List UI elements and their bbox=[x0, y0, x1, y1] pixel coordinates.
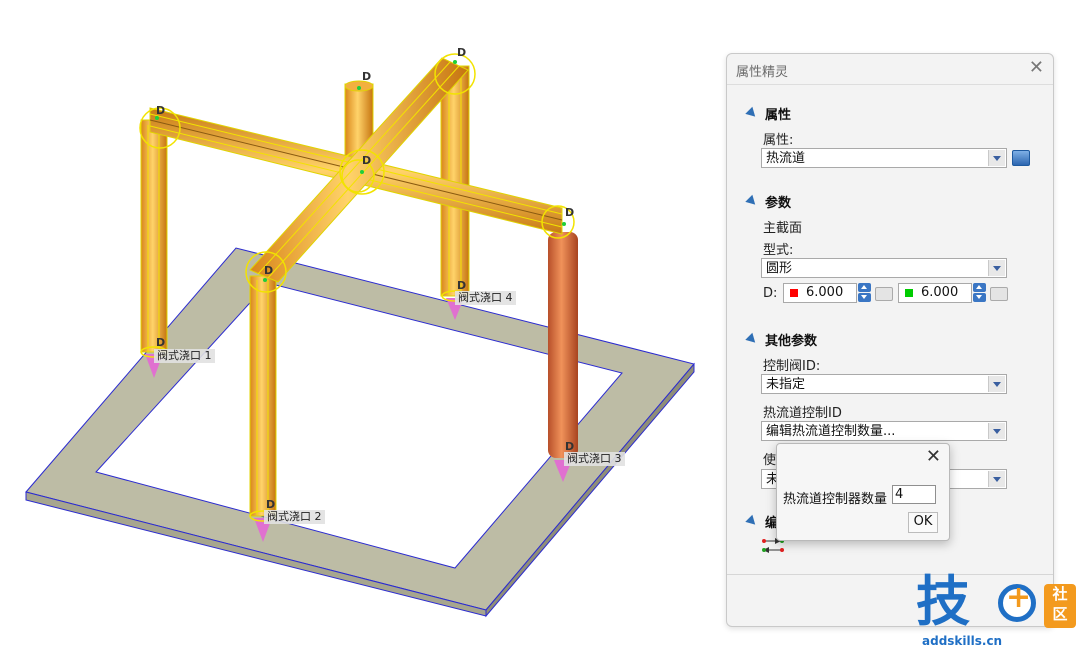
d-spinner-1[interactable] bbox=[858, 283, 871, 302]
divider bbox=[727, 84, 1053, 85]
svg-text:D: D bbox=[156, 104, 165, 117]
plus-icon: + bbox=[1006, 580, 1032, 615]
d-input-1[interactable]: 6.000 bbox=[783, 283, 857, 303]
property-label: 属性: bbox=[763, 133, 794, 148]
collapse-triangle-icon[interactable] bbox=[745, 332, 759, 347]
close-icon[interactable]: ✕ bbox=[926, 446, 941, 467]
controller-count-dialog: ✕ 热流道控制器数量 OK bbox=[776, 443, 950, 541]
chevron-down-icon[interactable] bbox=[988, 423, 1005, 439]
model-canvas[interactable]: D D D D D D D D D D bbox=[0, 0, 720, 653]
watermark-char: 技 bbox=[916, 570, 970, 633]
gate-label-4: 阀式浇口 4 bbox=[455, 291, 516, 305]
valve-id-label: 控制阀ID: bbox=[763, 359, 821, 374]
watermark-logo: 技 + 社 区 addskills.cn bbox=[914, 570, 1080, 653]
gate-label-2: 阀式浇口 2 bbox=[264, 510, 325, 524]
gate-label-3: 阀式浇口 3 bbox=[564, 452, 625, 466]
d-input-2[interactable]: 6.000 bbox=[898, 283, 972, 303]
collapse-triangle-icon[interactable] bbox=[745, 194, 759, 209]
chevron-down-icon[interactable] bbox=[988, 471, 1005, 487]
chevron-down-icon[interactable] bbox=[988, 150, 1005, 166]
red-color-swatch bbox=[790, 289, 798, 297]
chevron-down-icon[interactable] bbox=[988, 376, 1005, 392]
collapse-triangle-icon[interactable] bbox=[745, 106, 759, 121]
gate-label-1: 阀式浇口 1 bbox=[154, 349, 215, 363]
svg-text:D: D bbox=[362, 70, 371, 83]
chevron-down-icon[interactable] bbox=[988, 260, 1005, 276]
svg-text:D: D bbox=[457, 46, 466, 59]
d-spinner-2[interactable] bbox=[973, 283, 986, 302]
svg-text:D: D bbox=[362, 154, 371, 167]
controller-count-input[interactable] bbox=[892, 485, 936, 504]
ok-button[interactable]: OK bbox=[908, 512, 938, 533]
collapse-triangle-icon[interactable] bbox=[745, 514, 759, 529]
panel-title: 属性精灵 bbox=[736, 65, 789, 80]
mold-plate bbox=[25, 247, 695, 618]
controller-count-label: 热流道控制器数量 bbox=[783, 492, 888, 507]
watermark-url: addskills.cn bbox=[922, 634, 1003, 648]
svg-text:D: D bbox=[565, 206, 574, 219]
valve-id-select[interactable]: 未指定 bbox=[761, 374, 1007, 394]
section-edit[interactable]: 编 bbox=[745, 512, 778, 531]
svg-text:D: D bbox=[156, 336, 165, 349]
property-select[interactable]: 热流道 bbox=[761, 148, 1007, 168]
link-toggle-icon[interactable] bbox=[875, 287, 893, 301]
browse-icon[interactable] bbox=[1012, 150, 1030, 166]
hr-control-select[interactable]: 编辑热流道控制数量... bbox=[761, 421, 1007, 441]
3d-viewport[interactable]: D D D D D D D D D D 阀式浇口 1 阀式浇口 2 阀式浇口 3… bbox=[0, 0, 720, 653]
hr-control-label: 热流道控制ID bbox=[763, 406, 842, 421]
green-color-swatch bbox=[905, 289, 913, 297]
type-select[interactable]: 圆形 bbox=[761, 258, 1007, 278]
close-icon[interactable]: ✕ bbox=[1029, 57, 1044, 78]
use-label: 使 bbox=[763, 453, 777, 468]
d-label: D: bbox=[763, 286, 778, 301]
community-badge: 社 区 bbox=[1044, 584, 1076, 628]
type-label: 型式: bbox=[763, 243, 794, 258]
section-properties[interactable]: 属性 bbox=[745, 104, 791, 123]
link-toggle-icon[interactable] bbox=[990, 287, 1008, 301]
svg-text:D: D bbox=[264, 264, 273, 277]
section-parameters[interactable]: 参数 bbox=[745, 192, 791, 211]
main-section-label: 主截面 bbox=[763, 221, 803, 236]
section-other-params[interactable]: 其他参数 bbox=[745, 330, 817, 349]
